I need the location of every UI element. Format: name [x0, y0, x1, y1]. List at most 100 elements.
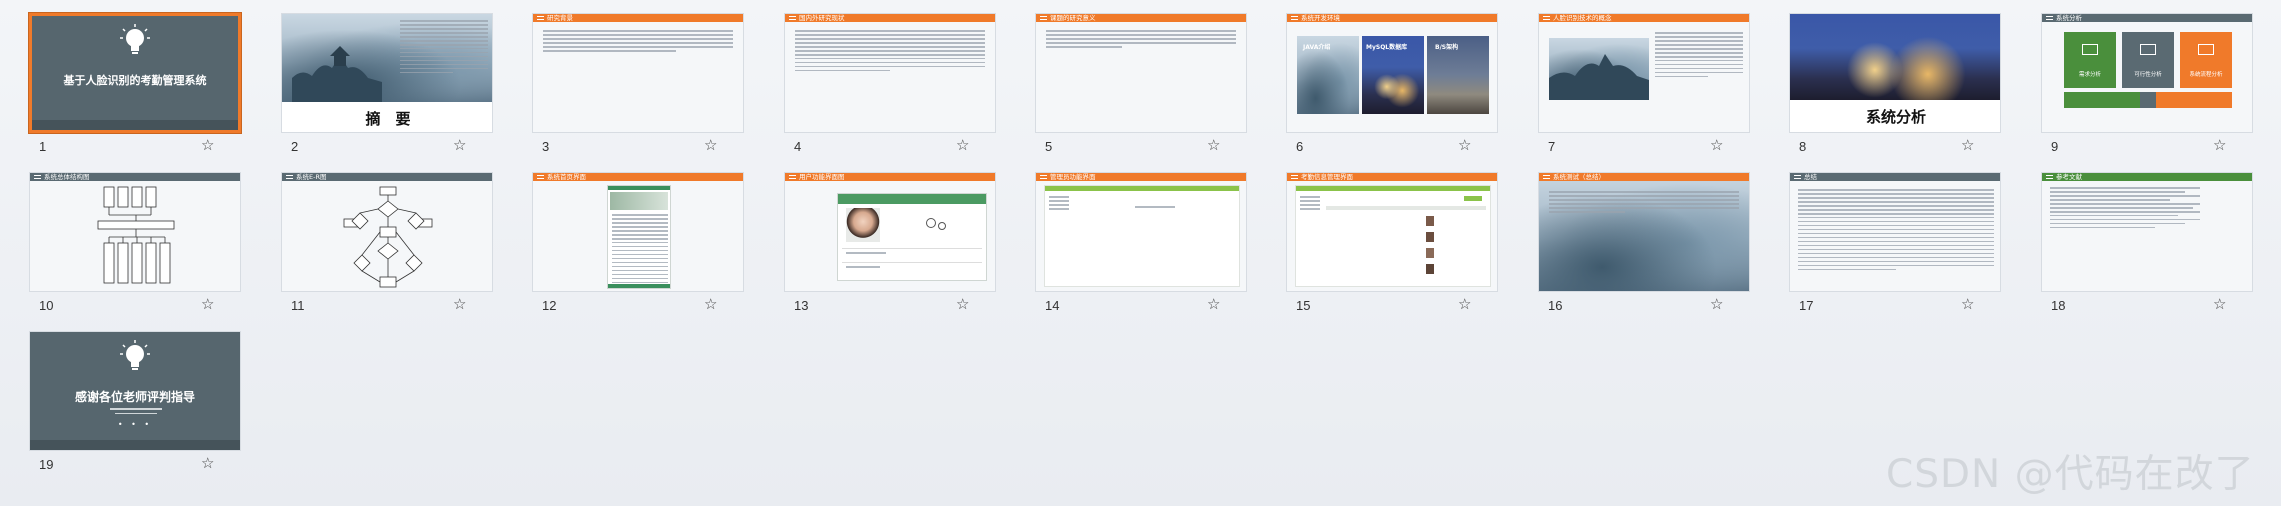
slide-title: 系统开发环境 — [1301, 14, 1340, 22]
star-icon[interactable]: ☆ — [1961, 137, 1974, 153]
closing-slide-background: 感谢各位老师评判指导 • • • — [30, 332, 240, 450]
star-icon[interactable]: ☆ — [1710, 137, 1723, 153]
slide-preview[interactable]: 感谢各位老师评判指导 • • • — [29, 331, 241, 451]
star-icon[interactable]: ☆ — [201, 296, 214, 312]
slide-number: 11 — [291, 298, 305, 313]
slide-preview[interactable]: 研究背景 — [532, 13, 744, 133]
slide-thumbnail-7[interactable]: 人脸识别技术的概念 7 ☆ — [1538, 13, 1750, 163]
title-slide-background: 基于人脸识别的考勤管理系统 — [32, 16, 238, 130]
slide-preview[interactable]: 用户功能界面图 — [784, 172, 996, 292]
slide-preview[interactable]: 系统开发环境 JAVA介绍 MySQL数据库 B/S架构 — [1286, 13, 1498, 133]
slide-preview[interactable]: 管理员功能界面 — [1035, 172, 1247, 292]
slide-title: 摘 要 — [365, 110, 411, 128]
slide-preview[interactable]: 考勤信息管理界面 — [1286, 172, 1498, 292]
user-photo — [846, 208, 880, 242]
slide-preview[interactable]: 系统E-R图 — [281, 172, 493, 292]
slide-thumbnail-15[interactable]: 考勤信息管理界面 15 ☆ — [1286, 172, 1498, 322]
slide-thumbnail-8[interactable]: 系统分析 8 ☆ — [1789, 13, 2001, 163]
slide-number: 12 — [542, 298, 557, 313]
feasibility-box: 可行性分析 — [2122, 32, 2174, 88]
star-icon[interactable]: ☆ — [201, 455, 214, 471]
pavilion-image — [1549, 38, 1649, 100]
slide-preview[interactable]: 系统测试（总结） — [1538, 172, 1750, 292]
slide-thumbnail-18[interactable]: 参考文献 18 ☆ — [2041, 172, 2253, 322]
slide-preview[interactable]: 系统分析 需求分析 可行性分析 系统流程分析 — [2041, 13, 2253, 133]
slide-preview[interactable]: 摘 要 — [281, 13, 493, 133]
slide-title: 用户功能界面图 — [799, 173, 845, 181]
slide-title: 基于人脸识别的考勤管理系统 — [63, 74, 207, 87]
slide-title: 系统分析 — [1865, 108, 1926, 126]
slide-number: 6 — [1296, 139, 1304, 154]
slide-thumbnail-4[interactable]: 国内外研究现状 4 ☆ — [784, 13, 996, 163]
slide-title: 研究背景 — [547, 14, 573, 22]
er-diagram — [343, 186, 433, 288]
slide-preview[interactable]: 人脸识别技术的概念 — [1538, 13, 1750, 133]
slide-preview[interactable]: 系统总体结构图 — [29, 172, 241, 292]
slide-preview[interactable]: 系统首页界面 — [532, 172, 744, 292]
star-icon[interactable]: ☆ — [956, 296, 969, 312]
slide-title: 总结 — [1804, 173, 1817, 181]
slide-thumbnail-6[interactable]: 系统开发环境 JAVA介绍 MySQL数据库 B/S架构 6 ☆ — [1286, 13, 1498, 163]
face-photo — [1426, 264, 1434, 274]
city-night-image — [1790, 14, 2000, 100]
slide-thumbnail-11[interactable]: 系统E-R图 11 ☆ — [281, 172, 493, 322]
lightbulb-icon — [120, 24, 150, 54]
slide-number: 19 — [39, 457, 54, 472]
star-icon[interactable]: ☆ — [1207, 137, 1220, 153]
star-icon[interactable]: ☆ — [1458, 137, 1471, 153]
slide-preview[interactable]: 系统分析 — [1789, 13, 2001, 133]
slide-title: 人脸识别技术的概念 — [1553, 14, 1612, 22]
monitor-icon — [2140, 44, 2156, 55]
slide-number: 8 — [1799, 139, 1807, 154]
face-photo — [1426, 232, 1434, 242]
slide-title: 考勤信息管理界面 — [1301, 173, 1353, 181]
process-box: 系统流程分析 — [2180, 32, 2232, 88]
homepage-screenshot — [607, 185, 671, 289]
slide-number: 9 — [2051, 139, 2059, 154]
star-icon[interactable]: ☆ — [704, 296, 717, 312]
star-icon[interactable]: ☆ — [453, 296, 466, 312]
slide-thumbnail-9[interactable]: 系统分析 需求分析 可行性分析 系统流程分析 9 ☆ — [2041, 13, 2253, 163]
slide-number: 17 — [1799, 298, 1814, 313]
slide-thumbnail-16[interactable]: 系统测试（总结） 16 ☆ — [1538, 172, 1750, 322]
admin-screen-screenshot — [1044, 185, 1240, 287]
slide-title: 系统首页界面 — [547, 173, 586, 181]
slide-thumbnail-2[interactable]: 摘 要 2 ☆ — [281, 13, 493, 163]
slide-title: 系统分析 — [2056, 14, 2082, 22]
slide-thumbnail-14[interactable]: 管理员功能界面 14 ☆ — [1035, 172, 1247, 322]
slide-number: 2 — [291, 139, 299, 154]
star-icon[interactable]: ☆ — [704, 137, 717, 153]
slide-number: 4 — [794, 139, 802, 154]
star-icon[interactable]: ☆ — [956, 137, 969, 153]
slide-preview[interactable]: 国内外研究现状 — [784, 13, 996, 133]
requirement-box: 需求分析 — [2064, 32, 2116, 88]
right-arrow-bar — [2156, 92, 2232, 108]
slide-number: 18 — [2051, 298, 2066, 313]
slide-number: 3 — [542, 139, 550, 154]
slide-thumbnail-13[interactable]: 用户功能界面图 13 ☆ — [784, 172, 996, 322]
slide-thumbnail-10[interactable]: 系统总体结构图 10 ☆ — [29, 172, 241, 322]
slide-preview[interactable]: 基于人脸识别的考勤管理系统 — [29, 13, 241, 133]
star-icon[interactable]: ☆ — [453, 137, 466, 153]
star-icon[interactable]: ☆ — [1961, 296, 1974, 312]
star-icon[interactable]: ☆ — [201, 137, 214, 153]
star-icon[interactable]: ☆ — [1207, 296, 1220, 312]
star-icon[interactable]: ☆ — [2213, 296, 2226, 312]
slide-preview[interactable]: 总结 — [1789, 172, 2001, 292]
slide-thumbnail-1[interactable]: 基于人脸识别的考勤管理系统 1 ☆ — [29, 13, 241, 163]
slide-thumbnail-19[interactable]: 感谢各位老师评判指导 • • • 19 ☆ — [29, 331, 241, 481]
star-icon[interactable]: ☆ — [1710, 296, 1723, 312]
slide-preview[interactable]: 课题的研究意义 — [1035, 13, 1247, 133]
environment-image-bs: B/S架构 — [1427, 36, 1489, 114]
star-icon[interactable]: ☆ — [1458, 296, 1471, 312]
slide-title: 国内外研究现状 — [799, 14, 845, 22]
star-icon[interactable]: ☆ — [2213, 137, 2226, 153]
watermark: CSDN @代码在改了 — [1886, 452, 2255, 497]
structure-diagram — [97, 186, 175, 284]
slide-thumbnail-12[interactable]: 系统首页界面 12 ☆ — [532, 172, 744, 322]
slide-thumbnail-5[interactable]: 课题的研究意义 5 ☆ — [1035, 13, 1247, 163]
slide-thumbnail-17[interactable]: 总结 17 ☆ — [1789, 172, 2001, 322]
slide-preview[interactable]: 参考文献 — [2041, 172, 2253, 292]
environment-image-java: JAVA介绍 — [1297, 36, 1359, 114]
slide-thumbnail-3[interactable]: 研究背景 3 ☆ — [532, 13, 744, 163]
